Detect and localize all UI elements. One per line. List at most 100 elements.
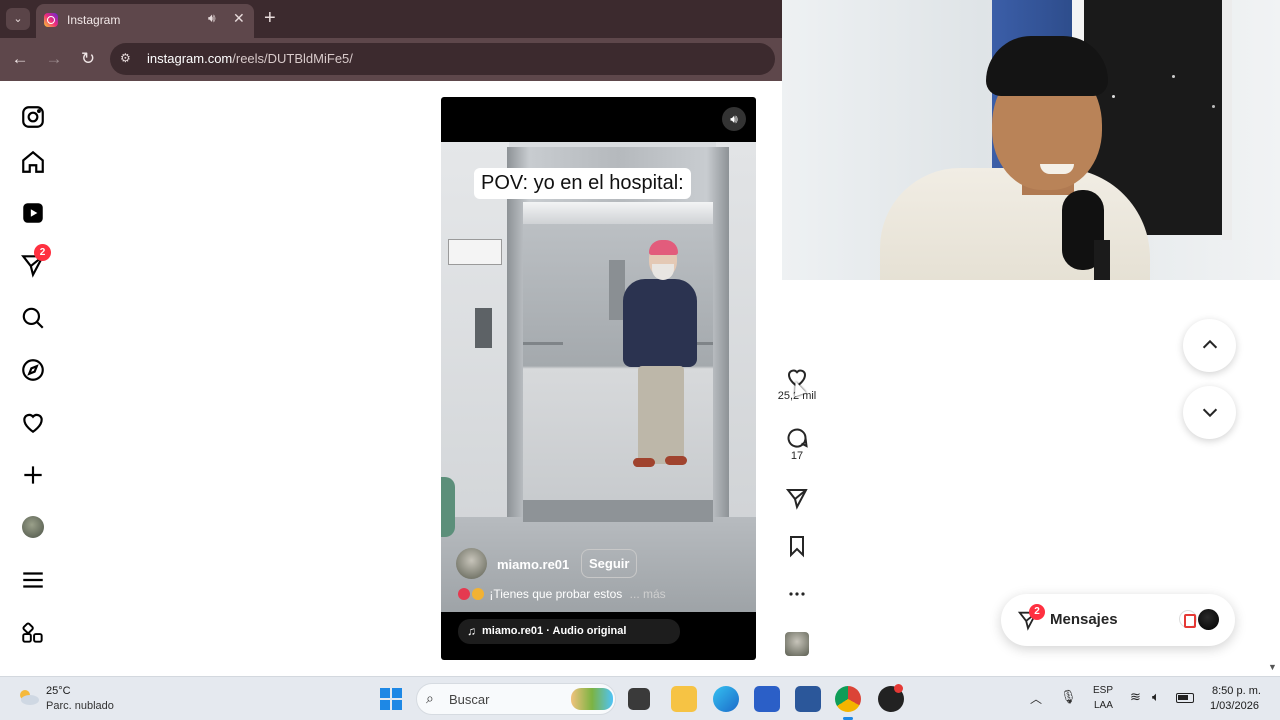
comment-count: 17 — [790, 450, 804, 462]
taskbar-search[interactable]: ⌕ Buscar — [416, 683, 616, 715]
tab-title: Instagram — [67, 13, 121, 27]
tab-audio-icon[interactable]: 🔊︎ — [208, 11, 216, 26]
windows-taskbar: 25°C Parc. nublado ⌕ Buscar ︿ 🎙︎ ESP LAA… — [0, 676, 1280, 720]
url-path: /reels/DUTBldMiFe5/ — [232, 51, 353, 66]
webcam-person-hair — [986, 36, 1108, 96]
also-from-meta-icon[interactable] — [20, 620, 46, 646]
site-info-icon[interactable]: ⚙ — [120, 51, 136, 67]
tray-overflow-chevron-icon[interactable]: ︿ — [1030, 690, 1042, 707]
reel-caption-overlay: POV: yo en el hospital: — [474, 168, 691, 199]
more-link[interactable]: ... más — [630, 587, 666, 601]
instagram-sidebar: 2 — [0, 82, 66, 676]
notification-dot-icon — [894, 684, 903, 693]
clock-date[interactable]: 1/03/2026 — [1210, 700, 1259, 712]
reel-description[interactable]: ¡Tienes que probar estos ... más — [458, 587, 666, 601]
search-icon[interactable] — [20, 305, 46, 331]
taskbar-search-placeholder: Buscar — [449, 692, 490, 707]
url-host: instagram.com — [147, 51, 233, 66]
chevron-up-icon — [1202, 339, 1217, 349]
more-menu-icon[interactable] — [20, 567, 46, 593]
wifi-icon[interactable]: ≋ — [1130, 689, 1141, 705]
audio-label: miamo.re01 · Audio original — [482, 625, 627, 637]
audio-thumbnail[interactable] — [785, 632, 809, 656]
clock-time[interactable]: 8:50 p. m. — [1212, 685, 1261, 697]
keyboard-layout-indicator[interactable]: LAA — [1094, 700, 1113, 711]
scene-man-cap — [649, 240, 678, 255]
task-view-icon[interactable] — [628, 688, 650, 710]
scene-elevator-call-button — [475, 308, 492, 348]
sound-toggle-icon[interactable]: 🔊︎ — [722, 107, 746, 131]
share-icon — [785, 489, 808, 510]
volume-icon[interactable]: 🔈︎ — [1152, 689, 1160, 705]
webcam-window-frame — [1222, 0, 1232, 240]
webcam-microphone-arm — [1094, 240, 1110, 280]
reels-icon[interactable] — [20, 200, 46, 226]
comment-icon — [787, 428, 808, 448]
notifications-icon[interactable] — [20, 410, 46, 436]
new-tab-button[interactable]: + — [264, 6, 276, 30]
author-username[interactable]: miamo.re01 — [497, 557, 569, 572]
scene-handrail-left — [523, 342, 563, 345]
page-scroll-down-icon[interactable]: ▼ — [1268, 662, 1277, 672]
chevron-down-icon — [1202, 408, 1217, 418]
bookmark-icon — [790, 536, 804, 558]
url-text[interactable]: instagram.com/reels/DUTBldMiFe5/ — [147, 51, 353, 66]
profile-avatar[interactable] — [22, 516, 44, 538]
reload-icon[interactable]: ↻ — [77, 48, 99, 70]
reel-description-text: ¡Tienes que probar estos — [489, 587, 623, 601]
conversation-avatar — [1179, 610, 1197, 628]
reel-video[interactable]: 🔊︎ POV: yo en el hospital: miamo.re01 Se… — [441, 97, 756, 660]
weather-temperature[interactable]: 25°C — [46, 685, 71, 697]
home-icon[interactable] — [20, 149, 46, 175]
webcam-overlay — [782, 0, 1280, 280]
reel-scene — [441, 142, 756, 612]
chrome-icon[interactable] — [835, 686, 861, 712]
partly-cloudy-icon[interactable] — [16, 687, 40, 707]
comment-button[interactable]: 17 — [776, 426, 818, 462]
conversation-avatar — [1198, 609, 1219, 630]
messages-badge: 2 — [1029, 604, 1045, 620]
windows-start-icon[interactable] — [380, 688, 402, 710]
microphone-icon[interactable]: 🎙︎ — [1060, 689, 1077, 705]
more-options-button[interactable] — [776, 582, 818, 606]
follow-button[interactable]: Seguir — [581, 549, 638, 578]
instagram-favicon-icon — [44, 13, 58, 27]
emoji-icon — [458, 588, 470, 600]
music-note-icon: ♫ — [467, 624, 476, 638]
weather-description[interactable]: Parc. nublado — [46, 700, 114, 712]
tab-close-icon[interactable]: ✕ — [233, 10, 245, 27]
search-highlight-image — [571, 688, 613, 710]
next-reel-button[interactable] — [1183, 386, 1236, 439]
share-button[interactable] — [776, 486, 818, 510]
microsoft-store-icon[interactable] — [754, 686, 780, 712]
battery-icon[interactable] — [1176, 693, 1194, 703]
messages-label: Mensajes — [1050, 611, 1118, 628]
messages-icon[interactable]: 2 — [20, 244, 51, 278]
explore-icon[interactable] — [20, 357, 46, 383]
author-avatar[interactable] — [456, 548, 487, 579]
language-indicator[interactable]: ESP — [1093, 685, 1113, 696]
browser-tab[interactable]: Instagram 🔊︎ ✕ — [36, 4, 254, 38]
save-button[interactable] — [776, 534, 818, 558]
edge-browser-icon[interactable] — [713, 686, 739, 712]
messages-badge: 2 — [34, 244, 51, 261]
browser-tab-bar: ⌄ Instagram 🔊︎ ✕ + — [0, 0, 782, 38]
back-arrow-icon[interactable]: ← — [9, 48, 31, 70]
scene-plant — [441, 477, 455, 537]
scene-man-shoe — [633, 458, 655, 467]
messages-pill[interactable]: 2 Mensajes — [1001, 594, 1235, 646]
reel-author: miamo.re01 Seguir — [456, 548, 746, 580]
previous-reel-button[interactable] — [1183, 319, 1236, 372]
search-icon: ⌕ — [426, 690, 434, 706]
create-icon[interactable] — [20, 462, 46, 488]
scene-elevator-threshold — [523, 500, 713, 522]
forward-arrow-icon[interactable]: → — [43, 48, 65, 70]
file-explorer-icon[interactable] — [671, 686, 697, 712]
audio-pill[interactable]: ♫ miamo.re01 · Audio original — [458, 619, 680, 644]
scene-man-shoe — [665, 456, 687, 465]
address-bar[interactable]: ⚙ instagram.com/reels/DUTBldMiFe5/ — [110, 43, 775, 75]
instagram-logo-icon[interactable] — [20, 104, 46, 130]
scene-wall-sign — [448, 239, 502, 265]
tab-search-chevron-icon[interactable]: ⌄ — [6, 8, 30, 30]
word-icon[interactable] — [795, 686, 821, 712]
